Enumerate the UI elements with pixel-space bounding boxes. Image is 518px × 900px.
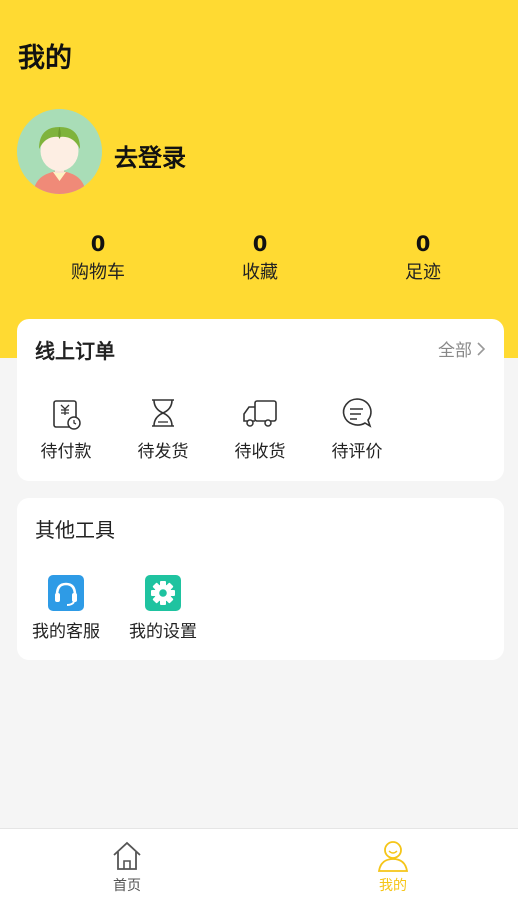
headset-icon [48, 575, 84, 611]
tool-customer-service[interactable]: 我的客服 [21, 573, 111, 643]
hourglass-icon [152, 399, 174, 427]
orders-all-label: 全部 [438, 341, 472, 361]
orders-title: 线上订单 [35, 339, 115, 363]
user-icon [377, 841, 409, 872]
order-pending-review[interactable]: 待评价 [312, 393, 402, 463]
order-pending-payment-label: 待付款 [40, 442, 92, 462]
order-pending-payment[interactable]: 待付款 [21, 393, 111, 463]
page-title: 我的 [18, 43, 72, 74]
order-pending-receipt-label: 待收货 [234, 442, 286, 462]
tools-title: 其他工具 [35, 518, 115, 542]
tool-settings[interactable]: 我的设置 [118, 573, 208, 643]
stat-footprints-label: 足迹 [405, 262, 441, 283]
order-pending-review-label: 待评价 [331, 442, 383, 462]
stat-favorites-value: 0 [252, 232, 268, 256]
order-pending-receipt[interactable]: 待收货 [215, 393, 305, 463]
stat-cart[interactable]: 0 购物车 [38, 230, 158, 285]
orders-card: 线上订单 全部 待付款 待发货 待收货 待评价 [17, 319, 504, 481]
login-link[interactable]: 去登录 [114, 138, 186, 173]
payment-pending-icon [53, 400, 81, 430]
stat-footprints[interactable]: 0 足迹 [363, 230, 483, 285]
tool-settings-label: 我的设置 [129, 622, 197, 642]
tab-home-label: 首页 [113, 878, 141, 894]
tab-mine-label: 我的 [379, 878, 407, 894]
order-pending-shipment-label: 待发货 [137, 442, 189, 462]
avatar[interactable] [17, 109, 102, 194]
tool-customer-service-label: 我的客服 [32, 622, 100, 642]
truck-icon [243, 400, 277, 427]
stat-favorites-label: 收藏 [242, 262, 278, 283]
gear-icon [145, 575, 181, 611]
tab-home[interactable]: 首页 [87, 839, 167, 895]
bottom-tab-bar: 首页 我的 [0, 828, 518, 900]
comment-icon [342, 398, 372, 428]
orders-all-link[interactable]: 全部 [438, 336, 486, 361]
stat-cart-value: 0 [90, 232, 106, 256]
order-pending-shipment[interactable]: 待发货 [118, 393, 208, 463]
avatar-illustration [17, 109, 102, 194]
tools-card: 其他工具 我的客服 我的设置 [17, 498, 504, 660]
chevron-right-icon [477, 341, 486, 356]
tab-mine[interactable]: 我的 [353, 839, 433, 895]
stat-cart-label: 购物车 [71, 262, 125, 283]
stat-footprints-value: 0 [415, 232, 431, 256]
home-icon [113, 841, 141, 870]
stat-favorites[interactable]: 0 收藏 [200, 230, 320, 285]
